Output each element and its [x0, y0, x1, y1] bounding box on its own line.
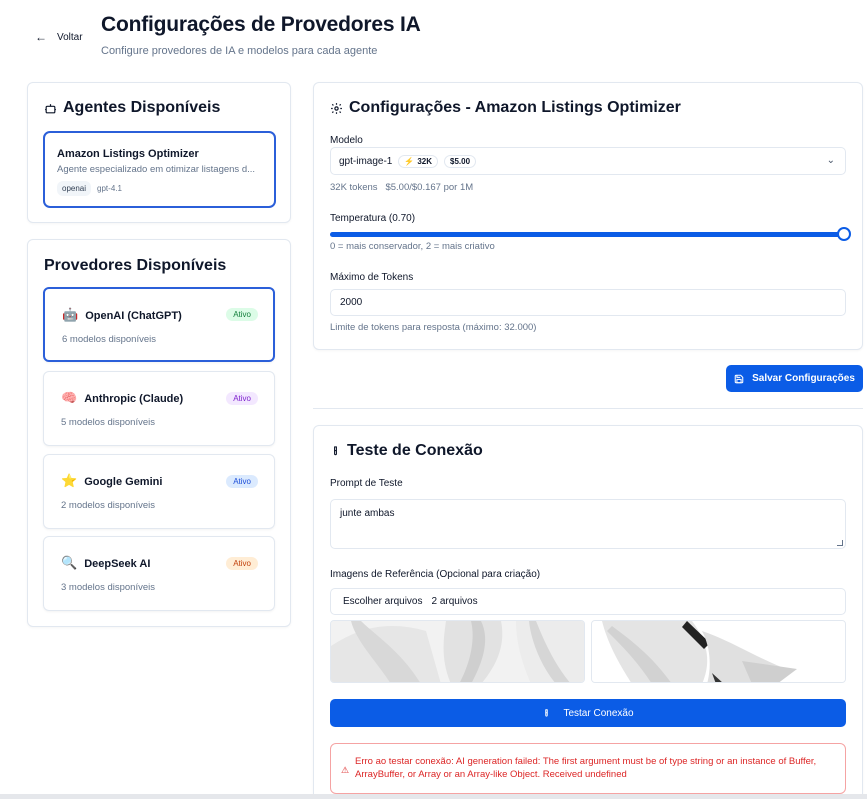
gear-icon — [331, 102, 342, 114]
magnifier-icon: 🔍 — [61, 556, 78, 571]
choose-files-button[interactable]: Escolher arquivos — [343, 596, 422, 607]
reference-image-1 — [330, 620, 585, 683]
status-badge: Ativo — [226, 308, 258, 321]
file-input[interactable]: Escolher arquivos 2 arquivos — [330, 588, 846, 615]
agent-name: Amazon Listings Optimizer — [57, 148, 199, 160]
files-status: 2 arquivos — [431, 596, 478, 607]
warning-icon: ⚠ — [341, 765, 350, 775]
error-message: Erro ao testar conexão: AI generation fa… — [355, 756, 817, 780]
providers-title: Provedores Disponíveis — [44, 257, 227, 274]
provider-item-anthropic[interactable]: 🧠 Anthropic (Claude) 5 modelos disponívei… — [43, 371, 275, 446]
page-title: Configurações de Provedores IA — [101, 13, 421, 36]
tokens-chip: ⚡ 32K — [398, 154, 439, 168]
arrow-left-icon: ← — [35, 30, 47, 44]
provider-name: Anthropic (Claude) — [84, 392, 184, 405]
provider-name: Google Gemini — [84, 475, 163, 488]
model-select[interactable]: gpt-image-1 ⚡ 32K $5.00 ⌄ — [330, 147, 846, 175]
config-heading: Configurações - Amazon Listings Optimize… — [330, 99, 681, 117]
model-value: gpt-image-1 — [339, 155, 393, 167]
provider-item-openai[interactable]: 🤖 OpenAI (ChatGPT) 6 modelos disponíveis … — [43, 287, 275, 362]
providers-card: Provedores Disponíveis 🤖 OpenAI (ChatGPT)… — [27, 239, 291, 627]
chevron-down-icon: ⌄ — [826, 155, 835, 166]
reference-image-2 — [591, 620, 846, 683]
back-label: Voltar — [57, 31, 83, 43]
provider-name: OpenAI (ChatGPT) — [85, 309, 182, 322]
resize-grip[interactable] — [837, 540, 843, 546]
save-settings-button[interactable]: Salvar Configurações — [726, 365, 863, 392]
status-badge: Ativo — [226, 475, 258, 488]
max-tokens-help: Limite de tokens para resposta (máximo: … — [330, 322, 537, 333]
price-chip: $5.00 — [444, 154, 477, 168]
agents-heading: Agentes Disponíveis — [44, 99, 220, 117]
provider-model-count: 6 modelos disponíveis — [62, 334, 156, 345]
test-heading: Teste de Conexão — [330, 442, 483, 460]
slider-thumb[interactable] — [837, 227, 852, 241]
provider-item-google-gemini[interactable]: ⭐ Google Gemini 2 modelos disponíveis Ati… — [43, 454, 275, 529]
model-info-price: $5.00/$0.167 por 1M — [385, 182, 474, 193]
model-label: Modelo — [330, 135, 363, 146]
config-card: Configurações - Amazon Listings Optimize… — [313, 82, 863, 350]
provider-name: DeepSeek AI — [84, 557, 151, 570]
test-connection-button[interactable]: Testar Conexão — [330, 699, 846, 727]
bolt-icon: ⚡ — [404, 156, 415, 166]
page-subtitle: Configure provedores de IA e modelos par… — [101, 45, 378, 57]
agent-provider-tag: openai — [57, 181, 92, 196]
temperature-label: Temperatura (0.70) — [330, 213, 416, 224]
section-divider — [313, 408, 863, 409]
back-button[interactable]: ← Voltar — [35, 31, 83, 43]
bot-icon — [45, 103, 56, 113]
save-icon — [734, 374, 744, 383]
prompt-value: junte ambas — [340, 508, 395, 519]
model-info: 32K tokens $5.00/$0.167 por 1M — [330, 182, 473, 193]
robot-icon: 🤖 — [62, 308, 79, 323]
agents-card: Agentes Disponíveis Amazon Listings Opti… — [27, 82, 291, 223]
brain-icon: 🧠 — [61, 391, 78, 406]
temperature-slider[interactable] — [330, 227, 852, 241]
save-label: Salvar Configurações — [752, 373, 855, 384]
provider-model-count: 3 modelos disponíveis — [61, 582, 155, 593]
provider-model-count: 2 modelos disponíveis — [61, 500, 155, 511]
provider-model-count: 5 modelos disponíveis — [61, 417, 155, 428]
slider-fill — [330, 232, 847, 237]
provider-item-deepseek[interactable]: 🔍 DeepSeek AI 3 modelos disponíveis Ativo — [43, 536, 275, 611]
prompt-label: Prompt de Teste — [330, 478, 403, 489]
max-tokens-input[interactable]: 2000 — [330, 289, 846, 316]
temperature-help: 0 = mais conservador, 2 = mais criativo — [330, 241, 495, 252]
agents-title: Agentes Disponíveis — [63, 99, 221, 116]
test-title: Teste de Conexão — [347, 442, 483, 459]
status-badge: Ativo — [226, 557, 258, 570]
max-tokens-label: Máximo de Tokens — [330, 272, 414, 283]
test-tube-icon — [545, 708, 549, 717]
star-icon: ⭐ — [61, 474, 78, 489]
model-info-tokens: 32K tokens — [330, 182, 378, 193]
images-label: Imagens de Referência (Opcional para cri… — [330, 569, 541, 580]
connection-test-card: Teste de Conexão Prompt de Teste junte a… — [313, 425, 863, 799]
status-badge: Ativo — [226, 392, 258, 405]
error-alert: ⚠ Erro ao testar conexão: AI generation … — [330, 743, 846, 794]
window-bottom-bar — [0, 794, 867, 799]
test-button-label: Testar Conexão — [563, 707, 634, 719]
test-tube-icon — [334, 445, 337, 455]
config-title: Configurações - Amazon Listings Optimize… — [349, 99, 681, 116]
agent-model-tag: gpt-4.1 — [97, 184, 122, 193]
prompt-textarea[interactable]: junte ambas — [330, 499, 846, 549]
agent-item-amazon-listings-optimizer[interactable]: Amazon Listings Optimizer Agente especia… — [43, 131, 276, 208]
agent-description: Agente especializado em otimizar listage… — [57, 164, 256, 175]
